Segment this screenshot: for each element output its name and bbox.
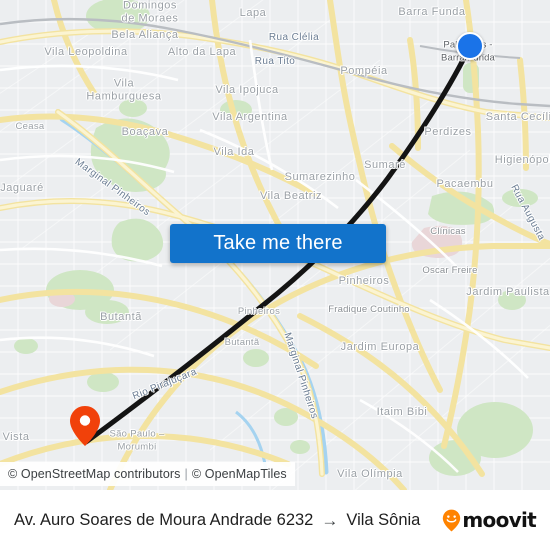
destination-pin-marker[interactable]	[69, 405, 101, 447]
moovit-route-screen: Domingos de Moraes Lapa Barra Funda Bela Al…	[0, 0, 550, 550]
attribution-separator: |	[184, 467, 188, 481]
take-me-there-button[interactable]: Take me there	[170, 224, 386, 263]
moovit-pin-smiley-icon	[442, 509, 461, 532]
origin-dot-marker[interactable]	[456, 32, 484, 60]
map-canvas[interactable]: Domingos de Moraes Lapa Barra Funda Bela Al…	[0, 0, 550, 490]
moovit-logo[interactable]: moovit	[442, 508, 537, 532]
attribution-osm[interactable]: © OpenStreetMap contributors	[8, 467, 181, 481]
route-summary: Av. Auro Soares de Moura Andrade 6232 → …	[14, 511, 442, 530]
moovit-wordmark: moovit	[462, 508, 536, 532]
footer-bar: Av. Auro Soares de Moura Andrade 6232 → …	[0, 490, 550, 550]
arrow-right-icon: →	[321, 510, 339, 530]
origin-address-label: Av. Auro Soares de Moura Andrade 6232	[14, 510, 314, 529]
map-attribution: © OpenStreetMap contributors | © OpenMap…	[0, 462, 295, 486]
attribution-maptiles[interactable]: © OpenMapTiles	[192, 467, 287, 481]
destination-label: Vila Sônia	[346, 510, 421, 529]
